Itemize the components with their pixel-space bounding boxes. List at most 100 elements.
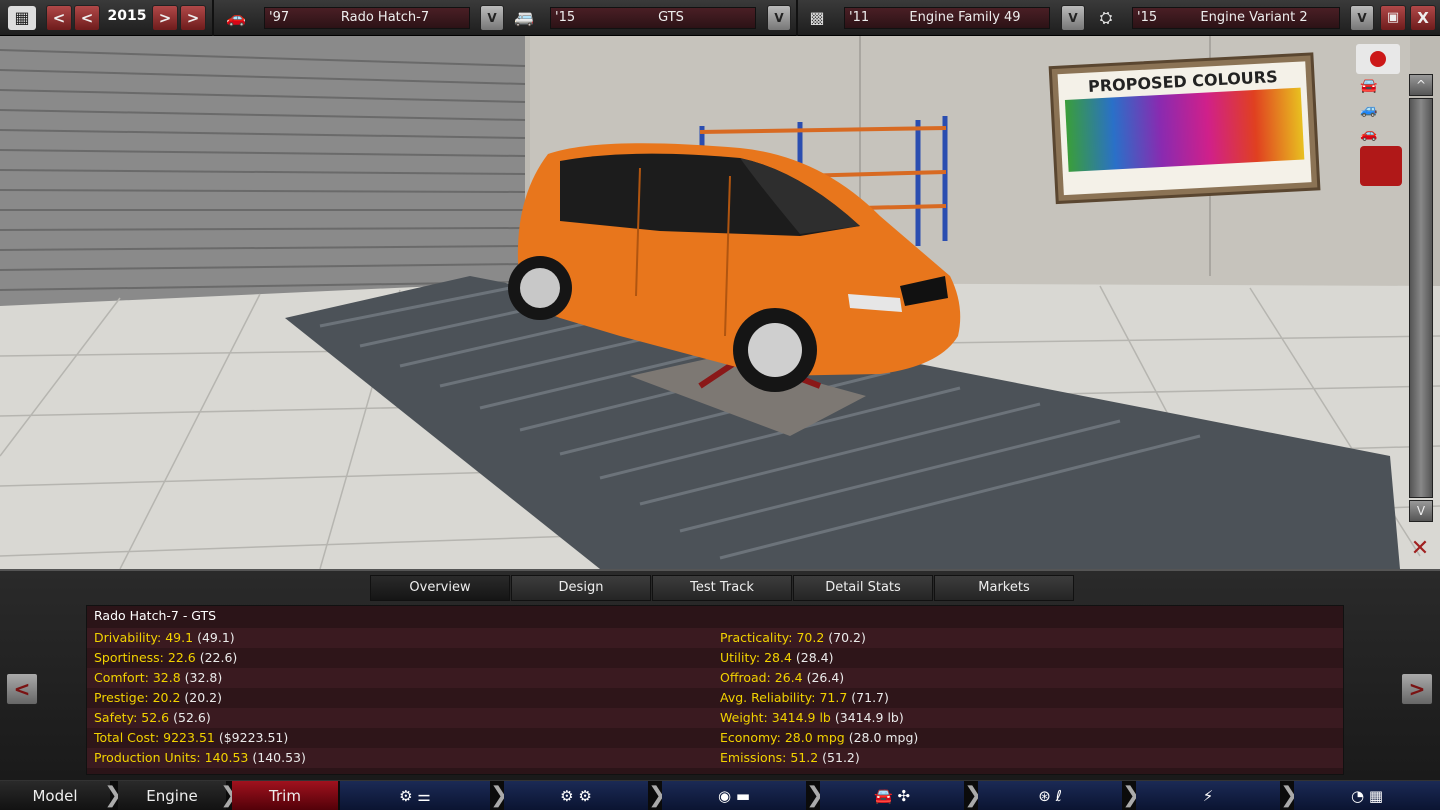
- checkered-flag-icon: ▦: [1368, 787, 1384, 805]
- chevron-right-icon: ❯: [806, 783, 825, 808]
- stat-weight: Weight: 3414.9 lb (3414.9 lb): [720, 710, 904, 725]
- gearbox-icon: ⚌: [417, 787, 431, 805]
- stat-reliability: Avg. Reliability: 71.7 (71.7): [720, 690, 889, 705]
- year-prev-fast-button[interactable]: <: [46, 5, 72, 31]
- car-title: Rado Hatch-7 - GTS: [94, 608, 217, 623]
- save-icon[interactable]: ▣: [1380, 5, 1406, 31]
- panel-tabs: Overview Design Test Track Detail Stats …: [370, 575, 1075, 601]
- engine-family-icon: ▩: [809, 8, 825, 27]
- engine-family-name: Engine Family 49: [909, 10, 1021, 25]
- bottom-nav: Model ❯ Engine ❯ Trim ⚙ ⚌ ❯ ⚙ ⚙ ❯ ◉ ▬ ❯ …: [0, 780, 1440, 810]
- year-next-fast-button[interactable]: >: [180, 5, 206, 31]
- tab-detail-stats[interactable]: Detail Stats: [793, 575, 933, 601]
- trim-icon: 🚐: [514, 8, 534, 27]
- view-side-icon[interactable]: 🚙: [1360, 102, 1396, 122]
- trim-dropdown-button[interactable]: V: [767, 5, 791, 31]
- view-selected-icon[interactable]: [1360, 150, 1402, 186]
- chevron-right-icon: ❯: [1280, 783, 1299, 808]
- stat-sportiness: Sportiness: 22.6 (22.6): [94, 650, 238, 665]
- calendar-icon[interactable]: ▦: [8, 6, 36, 30]
- scroll-up-button[interactable]: ^: [1409, 74, 1433, 96]
- engine-family-year: '11: [849, 10, 870, 25]
- garage-viewport[interactable]: PROPOSED COLOURS 🚘 🚙 🚗 ✕: [0, 36, 1440, 569]
- stat-row-band: [87, 668, 1343, 688]
- disc-icon: ◉: [717, 787, 732, 805]
- stat-row-band: [87, 688, 1343, 708]
- engine-variant-year: '15: [1137, 10, 1158, 25]
- nav-interior[interactable]: ⊛ ℓ: [978, 781, 1122, 810]
- engine-variant-selector[interactable]: '15 Engine Variant 2: [1132, 7, 1340, 29]
- stat-offroad: Offroad: 26.4 (26.4): [720, 670, 845, 685]
- stat-row-band: [87, 648, 1343, 668]
- scroll-down-button[interactable]: V: [1409, 500, 1433, 522]
- view-rear-icon[interactable]: 🚗: [1360, 126, 1396, 146]
- spring-icon: ⚡: [1202, 787, 1214, 805]
- close-button[interactable]: X: [1410, 5, 1436, 31]
- model-year: '97: [269, 10, 290, 25]
- tab-test-track[interactable]: Test Track: [652, 575, 792, 601]
- view-scrollbar[interactable]: ^ V: [1406, 36, 1436, 569]
- toolbar-divider: [796, 0, 798, 36]
- engine-family-selector[interactable]: '11 Engine Family 49: [844, 7, 1050, 29]
- chevron-right-icon: ❯: [648, 783, 667, 808]
- tire-icon: ⚙: [578, 787, 592, 805]
- stat-practicality: Practicality: 70.2 (70.2): [720, 630, 866, 645]
- stat-utility: Utility: 28.4 (28.4): [720, 650, 834, 665]
- nav-engine[interactable]: Engine: [118, 781, 226, 810]
- gear-icon: ⚙: [399, 787, 413, 805]
- nav-test-finish[interactable]: ◔ ▦: [1294, 781, 1440, 810]
- stat-prestige: Prestige: 20.2 (20.2): [94, 690, 223, 705]
- model-selector[interactable]: '97 Rado Hatch-7: [264, 7, 470, 29]
- nav-trim[interactable]: Trim: [232, 781, 338, 810]
- nav-suspension[interactable]: ⚡: [1136, 781, 1280, 810]
- nav-aero[interactable]: 🚘 ✣: [820, 781, 964, 810]
- engine-family-dropdown-button[interactable]: V: [1061, 5, 1085, 31]
- next-page-button[interactable]: >: [1401, 673, 1433, 705]
- stat-economy: Economy: 28.0 mpg (28.0 mpg): [720, 730, 919, 745]
- tab-markets[interactable]: Markets: [934, 575, 1074, 601]
- trim-year: '15: [555, 10, 576, 25]
- view-front-icon[interactable]: 🚘: [1360, 78, 1396, 98]
- stats-panel: Overview Design Test Track Detail Stats …: [0, 569, 1440, 779]
- model-dropdown-button[interactable]: V: [480, 5, 504, 31]
- nav-model[interactable]: Model: [0, 781, 110, 810]
- year-label: 2015: [107, 8, 147, 24]
- tab-design[interactable]: Design: [511, 575, 651, 601]
- nav-wheels[interactable]: ⚙ ⚙: [504, 781, 648, 810]
- chevron-right-icon: ❯: [490, 783, 509, 808]
- trim-name: GTS: [658, 10, 684, 25]
- year-prev-button[interactable]: <: [74, 5, 100, 31]
- stat-row-band: [87, 628, 1343, 648]
- fan-icon: ✣: [897, 787, 911, 805]
- stat-production-units: Production Units: 140.53 (140.53): [94, 750, 306, 765]
- prev-page-button[interactable]: <: [6, 673, 38, 705]
- scroll-track[interactable]: [1409, 98, 1433, 498]
- colour-swatch-grid: [1064, 87, 1305, 172]
- overview-stats: Rado Hatch-7 - GTS Drivability: 49.1 (49…: [86, 605, 1344, 775]
- tab-overview[interactable]: Overview: [370, 575, 510, 601]
- stat-row-band: [87, 708, 1343, 728]
- engine-variant-name: Engine Variant 2: [1200, 10, 1308, 25]
- car-model-icon: 🚗: [226, 8, 246, 27]
- model-name: Rado Hatch-7: [340, 10, 430, 25]
- stat-emissions: Emissions: 51.2 (51.2): [720, 750, 860, 765]
- gauge-icon: ◔: [1350, 787, 1365, 805]
- chevron-right-icon: ❯: [1122, 783, 1141, 808]
- nav-chassis-gearbox[interactable]: ⚙ ⚌: [340, 781, 490, 810]
- body-panel-icon: ▬: [735, 787, 751, 805]
- chevron-right-icon: ❯: [964, 783, 983, 808]
- stat-safety: Safety: 52.6 (52.6): [94, 710, 211, 725]
- engine-variant-dropdown-button[interactable]: V: [1350, 5, 1374, 31]
- stat-comfort: Comfort: 32.8 (32.8): [94, 670, 223, 685]
- seat-icon: ℓ: [1055, 787, 1062, 805]
- camera-icon[interactable]: [1356, 44, 1400, 74]
- steering-wheel-icon: ⊛: [1038, 787, 1051, 805]
- trim-selector[interactable]: '15 GTS: [550, 7, 756, 29]
- wheel-icon: ⚙: [560, 787, 574, 805]
- toolbar-divider: [212, 0, 214, 36]
- chevron-right-icon: ❯: [104, 783, 123, 808]
- nav-body[interactable]: ◉ ▬: [662, 781, 806, 810]
- engine-variant-icon: ⛭: [1099, 8, 1113, 27]
- year-next-button[interactable]: >: [152, 5, 178, 31]
- top-toolbar: ▦ < < 2015 > > 🚗 '97 Rado Hatch-7 V 🚐 '1…: [0, 0, 1440, 36]
